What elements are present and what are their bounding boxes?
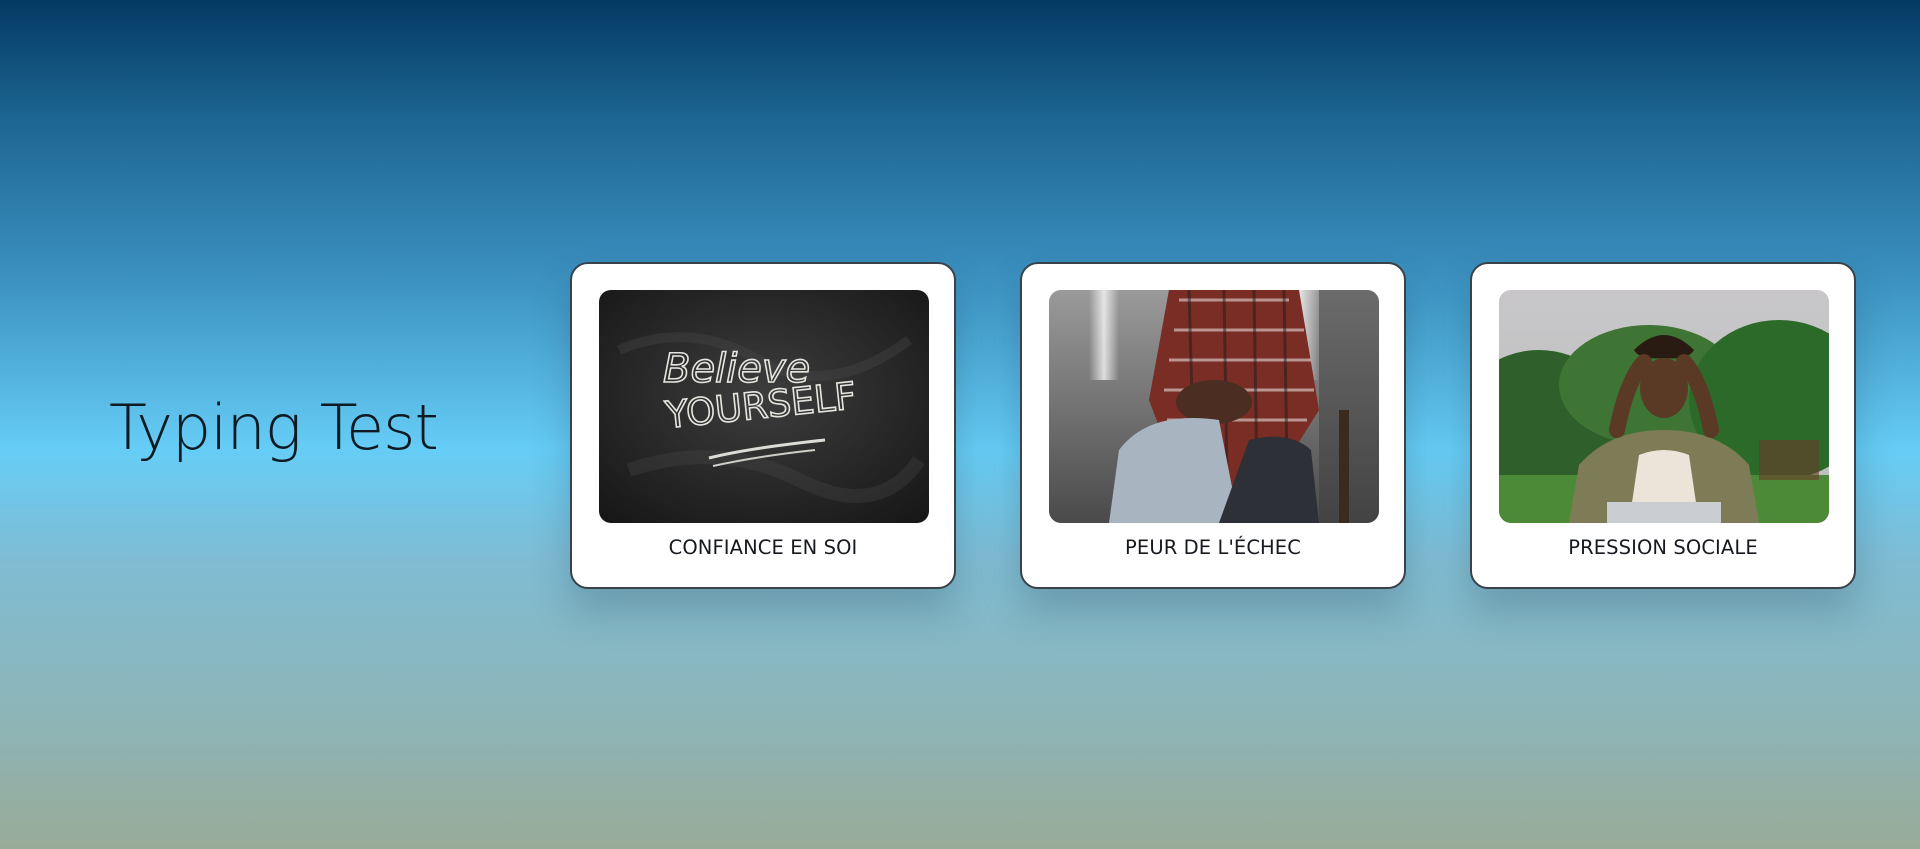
chalkboard-image: Believe YOURSELF <box>599 290 929 523</box>
topic-card-confiance-en-soi[interactable]: Believe YOURSELF CONFIANCE EN SOI <box>570 262 956 589</box>
card-label: PEUR DE L'ÉCHEC <box>1125 536 1301 559</box>
topic-card-pression-sociale[interactable]: PRESSION SOCIALE <box>1470 262 1856 589</box>
card-label: PRESSION SOCIALE <box>1568 536 1758 559</box>
topic-card-peur-de-lechec[interactable]: PEUR DE L'ÉCHEC <box>1020 262 1406 589</box>
stressed-man-with-laptop-image <box>1499 290 1829 523</box>
person-hugging-knees-image <box>1049 290 1379 523</box>
page-title: Typing Test <box>109 391 439 464</box>
card-label: CONFIANCE EN SOI <box>668 536 858 559</box>
